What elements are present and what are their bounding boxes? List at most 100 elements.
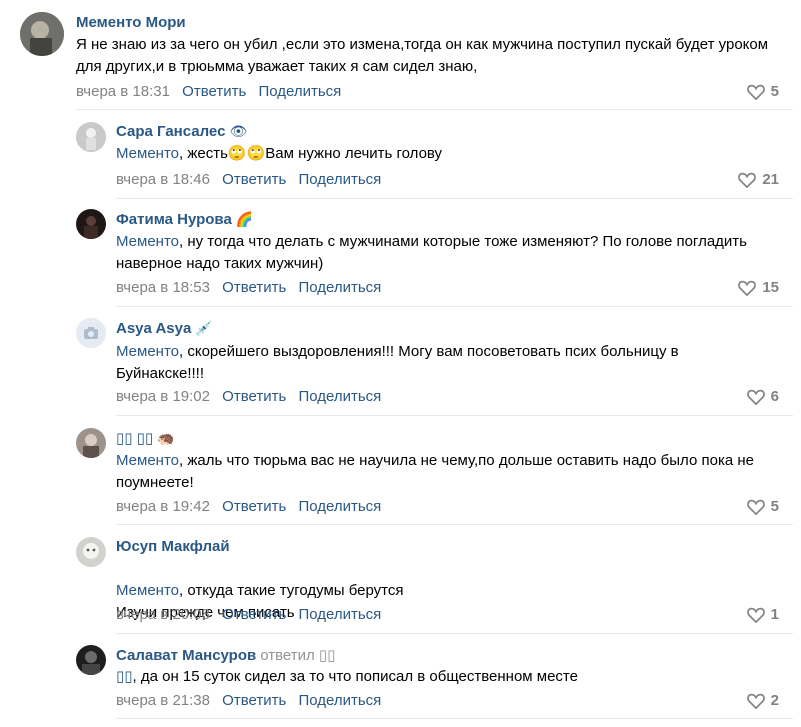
comment-meta: вчера в 18:31 Ответить Поделиться bbox=[76, 83, 341, 100]
heart-outline-icon bbox=[746, 693, 765, 709]
avatar-photo bbox=[76, 428, 106, 458]
share-button[interactable]: Поделиться bbox=[298, 388, 381, 405]
avatar-photo bbox=[76, 537, 106, 567]
author-badge-rainbow-icon: 🌈 bbox=[235, 211, 254, 227]
reply-button[interactable]: Ответить bbox=[222, 388, 286, 405]
author-badge-syringe-icon: 💉 bbox=[195, 320, 213, 336]
share-button[interactable]: Поделиться bbox=[298, 279, 381, 296]
timestamp[interactable]: вчера в 20:08 bbox=[116, 606, 210, 623]
comment-text: ▯▯, да он 15 суток сидел за то что попис… bbox=[116, 666, 776, 688]
reply-button[interactable]: Ответить bbox=[182, 83, 246, 100]
mention-link[interactable]: Мементо bbox=[116, 233, 179, 250]
avatar-photo bbox=[20, 12, 64, 56]
comment-meta: вчера в 18:53 Ответить Поделиться bbox=[116, 279, 381, 296]
replied-to-label[interactable]: ответил ▯▯ bbox=[260, 647, 335, 664]
avatar[interactable] bbox=[76, 122, 106, 152]
like-count: 15 bbox=[762, 279, 779, 296]
comment-meta: вчера в 19:42 Ответить Поделиться bbox=[116, 498, 381, 515]
share-button[interactable]: Поделиться bbox=[298, 171, 381, 188]
comment-text: Я не знаю из за чего он убил ,если это и… bbox=[76, 36, 769, 75]
heart-outline-icon bbox=[746, 84, 765, 100]
reply-button[interactable]: Ответить bbox=[222, 606, 286, 623]
author-name[interactable]: Фатима Нурова bbox=[116, 211, 232, 228]
reply-button[interactable]: Ответить bbox=[222, 279, 286, 296]
comment-meta: вчера в 19:02 Ответить Поделиться bbox=[116, 388, 381, 405]
timestamp[interactable]: вчера в 18:31 bbox=[76, 83, 170, 100]
avatar[interactable] bbox=[76, 318, 106, 348]
like-count: 21 bbox=[762, 171, 779, 188]
divider bbox=[76, 109, 793, 110]
avatar[interactable] bbox=[76, 209, 106, 239]
like-button[interactable]: 2 bbox=[746, 692, 779, 709]
author-name[interactable]: Салават Мансуров bbox=[116, 647, 256, 664]
author-name[interactable]: Юсуп Макфлай bbox=[116, 538, 230, 555]
like-count: 1 bbox=[770, 606, 779, 623]
comment-meta: вчера в 20:08 Ответить Поделиться bbox=[116, 606, 381, 623]
avatar[interactable] bbox=[76, 537, 106, 567]
heart-outline-icon bbox=[738, 172, 757, 188]
mention-link[interactable]: Мементо bbox=[116, 582, 179, 599]
avatar-photo bbox=[76, 645, 106, 675]
like-button[interactable]: 21 bbox=[738, 171, 779, 188]
timestamp[interactable]: вчера в 18:46 bbox=[116, 171, 210, 188]
reply-button[interactable]: Ответить bbox=[222, 171, 286, 188]
heart-outline-icon bbox=[746, 607, 765, 623]
share-button[interactable]: Поделиться bbox=[298, 692, 381, 709]
avatar[interactable] bbox=[20, 12, 64, 56]
like-button[interactable]: 15 bbox=[738, 279, 779, 296]
heart-outline-icon bbox=[738, 280, 757, 296]
comment-body: , жаль что тюрьма вас не научила не чему… bbox=[116, 452, 754, 491]
like-button[interactable]: 5 bbox=[746, 83, 779, 100]
divider bbox=[116, 718, 793, 719]
timestamp[interactable]: вчера в 21:38 bbox=[116, 692, 210, 709]
mention-link[interactable]: Мементо bbox=[116, 145, 179, 162]
avatar-photo bbox=[76, 122, 106, 152]
like-count: 6 bbox=[770, 388, 779, 405]
like-button[interactable]: 6 bbox=[746, 388, 779, 405]
like-button[interactable]: 5 bbox=[746, 498, 779, 515]
divider bbox=[116, 415, 793, 416]
author-name[interactable]: ▯▯ ▯▯ bbox=[116, 430, 153, 447]
timestamp[interactable]: вчера в 18:53 bbox=[116, 279, 210, 296]
comment-meta: вчера в 18:46 Ответить Поделиться bbox=[116, 171, 381, 188]
avatar-photo bbox=[76, 209, 106, 239]
share-button[interactable]: Поделиться bbox=[298, 498, 381, 515]
comment-body: , жесть🙄🙄Вам нужно лечить голову bbox=[179, 145, 443, 162]
comment-author[interactable]: Юсуп Макфлай bbox=[116, 538, 230, 555]
comment-author[interactable]: Фатима Нурова 🌈 bbox=[116, 211, 253, 228]
divider bbox=[116, 198, 793, 199]
comment-author[interactable]: Мементо Мори bbox=[76, 14, 186, 31]
like-count: 2 bbox=[770, 692, 779, 709]
divider bbox=[116, 524, 793, 525]
timestamp[interactable]: вчера в 19:42 bbox=[116, 498, 210, 515]
comment-author[interactable]: Салават Мансуров ответил ▯▯ bbox=[116, 646, 335, 664]
mention-link[interactable]: Мементо bbox=[116, 343, 179, 360]
mention-link[interactable]: Мементо bbox=[116, 452, 179, 469]
author-name[interactable]: Сара Гансалес bbox=[116, 123, 225, 140]
comment-author[interactable]: Asya Asya 💉 bbox=[116, 320, 213, 337]
divider bbox=[116, 306, 793, 307]
share-button[interactable]: Поделиться bbox=[258, 83, 341, 100]
comment-author[interactable]: Сара Гансалес 👁 bbox=[116, 123, 247, 140]
like-button[interactable]: 1 bbox=[746, 606, 779, 623]
reply-button[interactable]: Ответить bbox=[222, 498, 286, 515]
divider bbox=[116, 633, 793, 634]
author-name[interactable]: Asya Asya bbox=[116, 320, 191, 337]
author-badge-hedgehog-icon: 🦔 bbox=[157, 430, 175, 446]
camera-icon bbox=[76, 318, 106, 348]
timestamp[interactable]: вчера в 19:02 bbox=[116, 388, 210, 405]
reply-button[interactable]: Ответить bbox=[222, 692, 286, 709]
avatar[interactable] bbox=[76, 645, 106, 675]
author-badge-eye-icon: 👁 bbox=[229, 123, 248, 139]
comment-text: Мементо, жаль что тюрьма вас не научила … bbox=[116, 450, 776, 494]
comment-author[interactable]: ▯▯ ▯▯ 🦔 bbox=[116, 429, 175, 447]
comment-text: Мементо, ну тогда что делать с мужчинами… bbox=[116, 231, 756, 275]
comment-body: , да он 15 суток сидел за то что пописал… bbox=[132, 668, 578, 685]
mention-link[interactable]: ▯▯ bbox=[116, 668, 133, 685]
comment-body: , скорейшего выздоровления!!! Могу вам п… bbox=[116, 343, 679, 382]
avatar[interactable] bbox=[76, 428, 106, 458]
heart-outline-icon bbox=[746, 499, 765, 515]
share-button[interactable]: Поделиться bbox=[298, 606, 381, 623]
comment-text: Мементо, жесть🙄🙄Вам нужно лечить голову bbox=[116, 143, 776, 165]
like-count: 5 bbox=[770, 498, 779, 515]
